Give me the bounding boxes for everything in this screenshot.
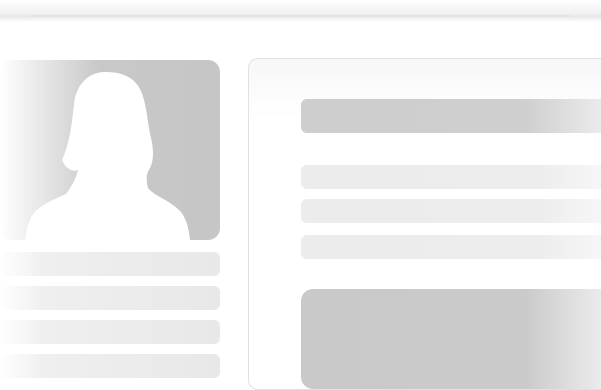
profile-detail-line-2 <box>0 286 220 310</box>
person-silhouette-icon <box>25 72 190 240</box>
profile-detail-line-4 <box>0 354 220 378</box>
profile-detail-line-1 <box>0 252 220 276</box>
avatar <box>0 60 220 240</box>
content-block-placeholder <box>301 289 601 389</box>
content-line-2 <box>301 199 601 223</box>
top-divider <box>0 0 601 22</box>
panel-header-placeholder <box>301 99 601 133</box>
content-line-3 <box>301 235 601 259</box>
profile-detail-line-3 <box>0 320 220 344</box>
content-line-1 <box>301 165 601 189</box>
